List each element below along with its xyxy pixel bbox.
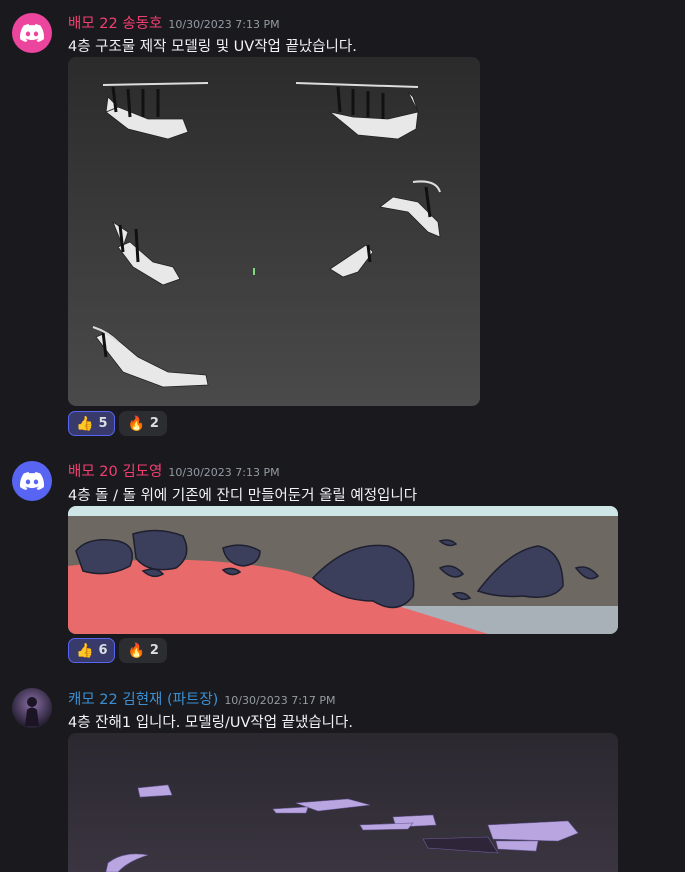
reaction-count: 5 — [98, 416, 108, 431]
render-rocks-on-ground — [68, 506, 618, 634]
fire-icon: 🔥 — [127, 642, 145, 659]
image-attachment[interactable] — [68, 733, 618, 872]
reactions: 👍 5 🔥 2 — [68, 411, 167, 436]
selection-marker — [253, 268, 255, 275]
reaction-fire[interactable]: 🔥 2 — [119, 411, 167, 436]
author-line: 배모 20 김도영 10/30/2023 7:13 PM — [68, 460, 280, 481]
author-name[interactable]: 배모 22 송동호 — [68, 16, 162, 32]
avatar[interactable] — [12, 688, 52, 728]
reaction-thumbs-up[interactable]: 👍 6 — [68, 638, 116, 663]
avatar-figure — [25, 697, 39, 726]
message-text: 4층 돌 / 돌 위에 기존에 잔디 만들어둔거 올릴 예정입니다 — [68, 488, 418, 504]
author-line: 배모 22 송동호 10/30/2023 7:13 PM — [68, 12, 280, 33]
render-debris-pieces — [105, 784, 579, 872]
thumbs-up-icon: 👍 — [76, 415, 94, 432]
author-line: 캐모 22 김현재 (파트장) 10/30/2023 7:17 PM — [68, 688, 336, 709]
timestamp: 10/30/2023 7:13 PM — [168, 18, 280, 31]
timestamp: 10/30/2023 7:13 PM — [168, 466, 280, 479]
fire-icon: 🔥 — [127, 415, 145, 432]
avatar[interactable] — [12, 13, 52, 53]
reactions: 👍 6 🔥 2 — [68, 638, 167, 663]
author-name[interactable]: 캐모 22 김현재 (파트장) — [68, 692, 218, 708]
discord-logo-icon — [20, 24, 44, 42]
discord-logo-icon — [20, 472, 44, 490]
message-text: 4층 구조물 제작 모델링 및 UV작업 끝났습니다. — [68, 39, 357, 55]
reaction-count: 2 — [149, 416, 159, 431]
reaction-count: 2 — [149, 643, 159, 658]
reaction-thumbs-up[interactable]: 👍 5 — [68, 411, 116, 436]
timestamp: 10/30/2023 7:17 PM — [224, 694, 336, 707]
image-attachment[interactable] — [68, 57, 480, 406]
reaction-count: 6 — [98, 643, 108, 658]
reaction-fire[interactable]: 🔥 2 — [119, 638, 167, 663]
image-attachment[interactable] — [68, 506, 618, 634]
avatar[interactable] — [12, 461, 52, 501]
message-text: 4층 잔해1 입니다. 모델링/UV작업 끝냈습니다. — [68, 715, 353, 731]
thumbs-up-icon: 👍 — [76, 642, 94, 659]
author-name[interactable]: 배모 20 김도영 — [68, 464, 162, 480]
render-wireframe-structures — [92, 82, 441, 388]
